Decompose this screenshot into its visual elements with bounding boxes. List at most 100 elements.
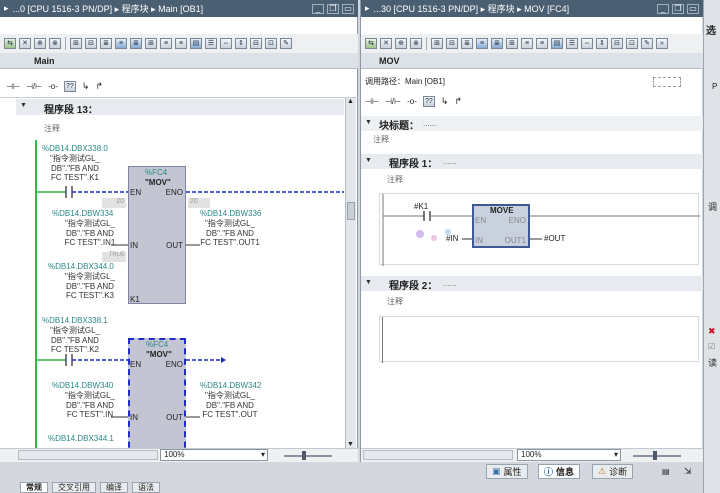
- restore-button[interactable]: ❐: [672, 3, 684, 14]
- close-branch-icon[interactable]: ↱: [95, 81, 103, 92]
- restore-button[interactable]: ❐: [327, 3, 339, 14]
- tag-table-icon[interactable]: ⇕: [596, 38, 608, 49]
- close-all-icon[interactable]: ≡: [536, 38, 548, 49]
- zoom-icon[interactable]: ⊡: [265, 38, 277, 49]
- go-online-icon[interactable]: ⇆: [4, 38, 16, 49]
- absolute-address-icon[interactable]: ⊞: [506, 38, 518, 49]
- compare-icon[interactable]: ⊗: [49, 38, 61, 49]
- network2-header[interactable]: ▼ 程序段 2： ......: [361, 276, 703, 292]
- right-zoom-slider[interactable]: [633, 455, 681, 457]
- close-branch-icon[interactable]: ↱: [454, 96, 462, 107]
- network2-comment[interactable]: 注释: [387, 296, 403, 307]
- side-panel-error-icon[interactable]: ✖: [708, 326, 716, 337]
- no-contact-icon[interactable]: ⊣⊢: [6, 82, 20, 91]
- block-insert-icon[interactable]: ⊞: [431, 38, 443, 49]
- zoom-icon[interactable]: ⊡: [626, 38, 638, 49]
- network1-in-tag[interactable]: #IN: [446, 234, 458, 243]
- network1-placeholder[interactable]: ......: [443, 157, 456, 166]
- tab-diagnostics[interactable]: ⚠ 诊断: [592, 464, 634, 479]
- edit-icon[interactable]: ✎: [641, 38, 653, 49]
- block-title-placeholder[interactable]: ......: [423, 119, 436, 128]
- inspector-collapse-icon[interactable]: ⇲: [684, 466, 692, 477]
- absolute-address-icon[interactable]: ⊞: [145, 38, 157, 49]
- insert-box-icon[interactable]: ⊟: [250, 38, 262, 49]
- right-zoom-select[interactable]: 100% ▾: [517, 449, 621, 461]
- more-tools-icon[interactable]: »: [656, 38, 668, 49]
- right-horizontal-scrollbar[interactable]: [363, 450, 513, 460]
- open-branch-icon[interactable]: ↳: [441, 96, 449, 107]
- left-zoom-slider-thumb[interactable]: [302, 451, 306, 460]
- rung2-k-tag[interactable]: %DB14.DBX344.1: [48, 434, 114, 443]
- network-toggle-icon[interactable]: ≣: [130, 38, 142, 49]
- rung2-mov-box[interactable]: %FC4 "MOV" EN ENO IN OUT: [128, 338, 186, 448]
- right-editor-title-bar[interactable]: ▸ ...30 [CPU 1516-3 PN/DP] ▸ 程序块 ▸ MOV […: [361, 0, 703, 17]
- comment-toggle-icon[interactable]: ▤: [190, 38, 202, 49]
- collapse-block-title-icon[interactable]: ▼: [365, 119, 372, 126]
- minimize-button[interactable]: _: [657, 3, 669, 14]
- rung1-in-tag[interactable]: %DB14.DBW334: [52, 209, 113, 218]
- scroll-down-icon[interactable]: ▼: [347, 441, 354, 448]
- left-block-name-tab[interactable]: Main: [34, 56, 55, 66]
- go-online-icon[interactable]: ⇆: [365, 38, 377, 49]
- block-delete-icon[interactable]: ⊟: [446, 38, 458, 49]
- empty-box-icon[interactable]: ??: [63, 81, 76, 92]
- left-vertical-scrollbar[interactable]: ▲ ▼: [345, 98, 356, 448]
- tag-info-icon[interactable]: ☰: [205, 38, 217, 49]
- tab-properties[interactable]: ▣ 属性: [486, 464, 528, 479]
- network1-header[interactable]: ▼ 程序段 1： ......: [361, 154, 703, 170]
- move-box[interactable]: MOVE EN ENO IN OUT1: [472, 204, 530, 248]
- left-vertical-thumb[interactable]: [347, 202, 355, 220]
- right-zoom-slider-thumb[interactable]: [653, 451, 657, 460]
- comment-toggle-icon[interactable]: ▤: [551, 38, 563, 49]
- rung2-out-tag[interactable]: %DB14.DBW342: [200, 381, 261, 390]
- collapse-network-icon[interactable]: ▼: [20, 102, 27, 109]
- go-offline-icon[interactable]: ✕: [380, 38, 392, 49]
- call-path-field[interactable]: [653, 77, 681, 87]
- subtab-syntax[interactable]: 语法: [132, 482, 160, 493]
- rung1-mov-box[interactable]: %FC4 "MOV" EN ENO IN OUT K1: [128, 166, 186, 304]
- nc-contact-icon[interactable]: ⊣/⊢: [26, 82, 42, 91]
- collapse-arrow-icon[interactable]: ▸: [365, 3, 370, 14]
- side-panel-check-icon[interactable]: ☑: [708, 342, 715, 351]
- block-delete-icon[interactable]: ⊟: [85, 38, 97, 49]
- nc-contact-icon[interactable]: ⊣/⊢: [385, 97, 401, 106]
- close-all-icon[interactable]: ≡: [175, 38, 187, 49]
- left-editor-title-bar[interactable]: ▸ ...0 [CPU 1516-3 PN/DP] ▸ 程序块 ▸ Main […: [0, 0, 358, 17]
- network-toggle-icon[interactable]: ≣: [491, 38, 503, 49]
- rung1-contact-tag[interactable]: %DB14.DBX338.0: [42, 144, 108, 153]
- coil-icon[interactable]: -o-: [407, 97, 417, 106]
- network-delete-icon[interactable]: ≡: [476, 38, 488, 49]
- network-comment[interactable]: 注释: [44, 123, 60, 134]
- network1-contact-tag[interactable]: #K1: [414, 202, 428, 211]
- rung2-contact-tag[interactable]: %DB14.DBX338.1: [42, 316, 108, 325]
- network1-out-tag[interactable]: #OUT: [544, 234, 565, 243]
- monitor-icon[interactable]: ⊕: [34, 38, 46, 49]
- left-horizontal-scrollbar[interactable]: [18, 450, 158, 460]
- network-header[interactable]: ▼ 程序段 13：: [16, 99, 344, 116]
- subtab-compile[interactable]: 编译: [100, 482, 128, 493]
- no-contact-icon[interactable]: ⊣⊢: [365, 97, 379, 106]
- subtab-cross-reference[interactable]: 交叉引用: [52, 482, 96, 493]
- open-all-icon[interactable]: ≡: [521, 38, 533, 49]
- compare-icon[interactable]: ⊗: [410, 38, 422, 49]
- monitor-icon[interactable]: ⊕: [395, 38, 407, 49]
- block-title-row[interactable]: ▼ 块标题： ......: [361, 116, 703, 132]
- left-zoom-select[interactable]: 100% ▾: [160, 449, 268, 461]
- float-button[interactable]: ▭: [342, 3, 354, 14]
- left-zoom-slider[interactable]: [284, 455, 332, 457]
- open-all-icon[interactable]: ≡: [160, 38, 172, 49]
- network-insert-icon[interactable]: ≣: [461, 38, 473, 49]
- rung1-k-tag[interactable]: %DB14.DBX344.0: [48, 262, 114, 271]
- network2-ladder[interactable]: [379, 316, 699, 363]
- network2-placeholder[interactable]: ......: [443, 279, 456, 288]
- tab-info[interactable]: ⓘ 信息: [538, 464, 581, 479]
- network-insert-icon[interactable]: ≣: [100, 38, 112, 49]
- subtab-general[interactable]: 常规: [20, 482, 48, 493]
- float-button[interactable]: ▭: [687, 3, 699, 14]
- minimize-button[interactable]: _: [312, 3, 324, 14]
- network1-comment[interactable]: 注释: [387, 174, 403, 185]
- coil-icon[interactable]: -o-: [48, 82, 58, 91]
- network-delete-icon[interactable]: ≡: [115, 38, 127, 49]
- block-comment[interactable]: 注释: [373, 134, 389, 145]
- open-branch-icon[interactable]: ↳: [82, 81, 90, 92]
